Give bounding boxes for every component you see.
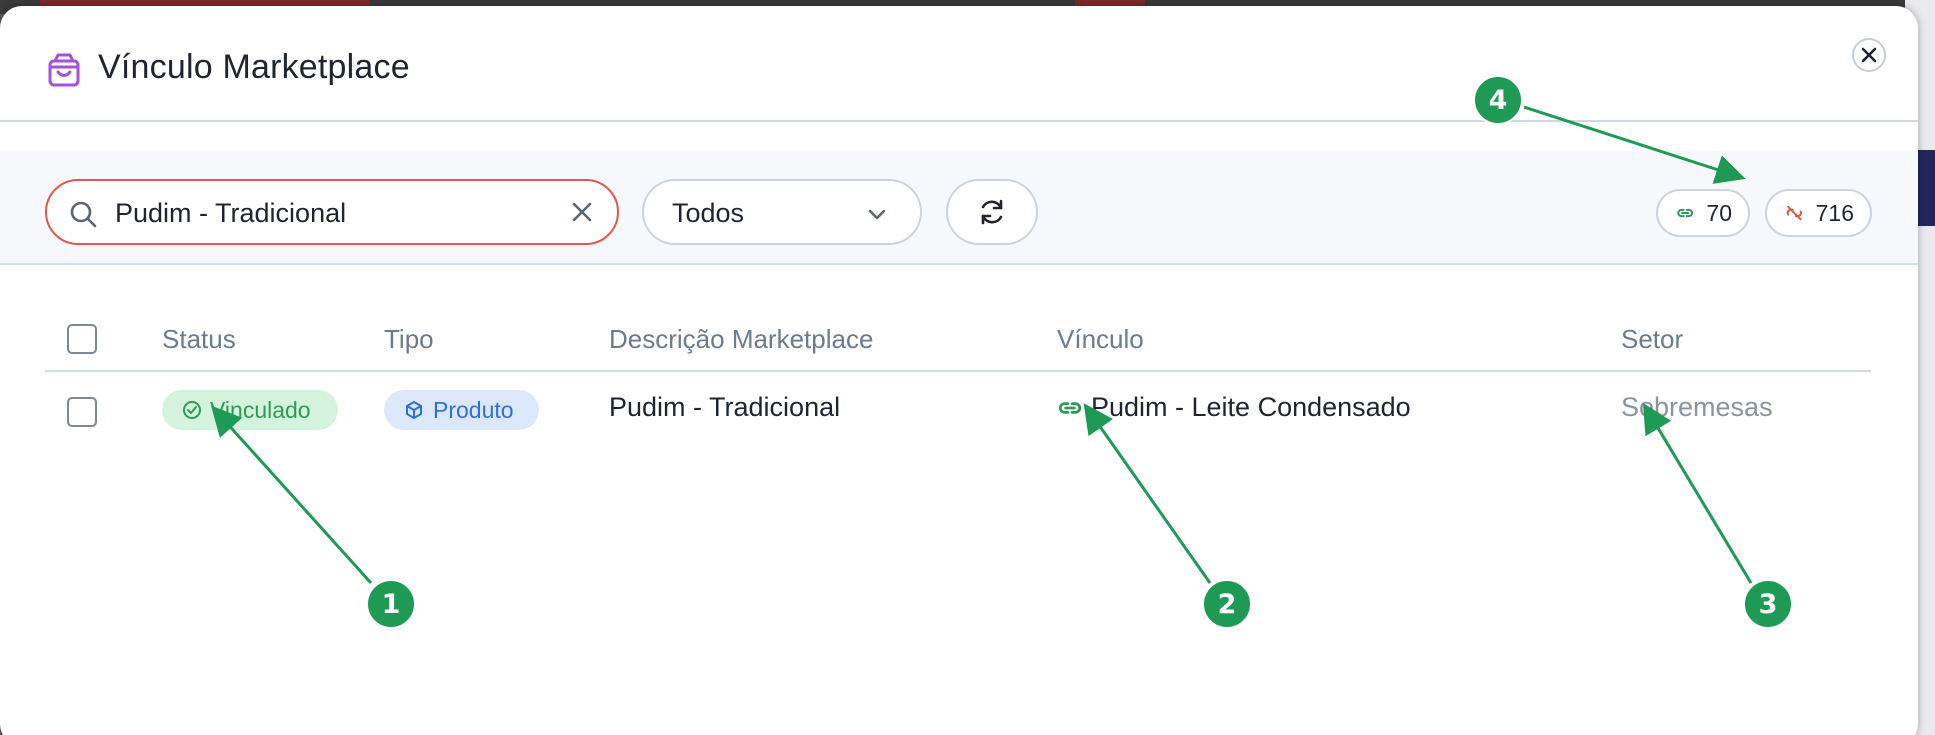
refresh-icon [981,199,1003,225]
search-value: Pudim - Tradicional [115,198,347,228]
vinculo-cell[interactable]: Pudim - Leite Condensado [1057,392,1411,423]
search-input[interactable]: Pudim - Tradicional [45,179,619,245]
tipo-badge: Produto [384,390,539,430]
table-row[interactable]: Vinculado Produto Pudim - Tradicional Pu… [45,372,1871,446]
tipo-label: Produto [433,396,514,423]
select-all-checkbox[interactable] [67,324,97,354]
descricao-cell: Pudim - Tradicional [609,392,841,422]
annotation-marker-3: 3 [1743,579,1793,629]
dialog-title: Vínculo Marketplace [98,48,410,86]
status-badge: Vinculado [162,390,338,430]
close-icon [1861,47,1877,63]
unlinked-count: 716 [1815,199,1854,226]
dialog-header: Vínculo Marketplace [0,6,1918,122]
results-table: Status Tipo Descrição Marketplace Víncul… [45,306,1871,446]
row-checkbox[interactable] [67,397,97,427]
chevron-down-icon [868,209,886,220]
table-header: Status Tipo Descrição Marketplace Víncul… [45,306,1871,372]
background-element [1915,150,1935,226]
column-header-tipo[interactable]: Tipo [384,324,434,355]
refresh-button[interactable] [946,179,1038,245]
column-header-setor[interactable]: Setor [1621,324,1683,355]
status-label: Vinculado [210,396,311,423]
linked-count-badge[interactable]: 70 [1656,189,1750,237]
column-header-vinculo[interactable]: Vínculo [1057,324,1144,355]
shopping-bag-icon [48,53,80,87]
filter-toolbar: Pudim - Tradicional Todos 70 716 [0,151,1918,265]
filter-select[interactable]: Todos [642,179,922,245]
clear-search-icon[interactable] [569,199,595,225]
annotation-marker-4: 4 [1473,75,1523,125]
annotation-marker-2: 2 [1202,579,1252,629]
linked-count: 70 [1706,199,1732,226]
link-icon [1058,401,1082,414]
filter-select-value: Todos [672,198,745,228]
link-icon [1677,208,1694,218]
annotation-marker-1: 1 [366,579,416,629]
check-circle-icon [183,401,201,419]
marketplace-link-dialog: Vínculo Marketplace Pudim - Tradicional … [0,6,1918,735]
column-header-descricao[interactable]: Descrição Marketplace [609,324,873,355]
close-button[interactable] [1852,38,1886,72]
vinculo-label: Pudim - Leite Condensado [1091,392,1411,422]
package-icon [406,401,422,419]
unlinked-count-badge[interactable]: 716 [1765,189,1872,237]
search-icon [70,201,97,228]
unlink-icon [1786,205,1802,221]
setor-cell: Sobremesas [1621,392,1773,422]
column-header-status[interactable]: Status [162,324,236,355]
